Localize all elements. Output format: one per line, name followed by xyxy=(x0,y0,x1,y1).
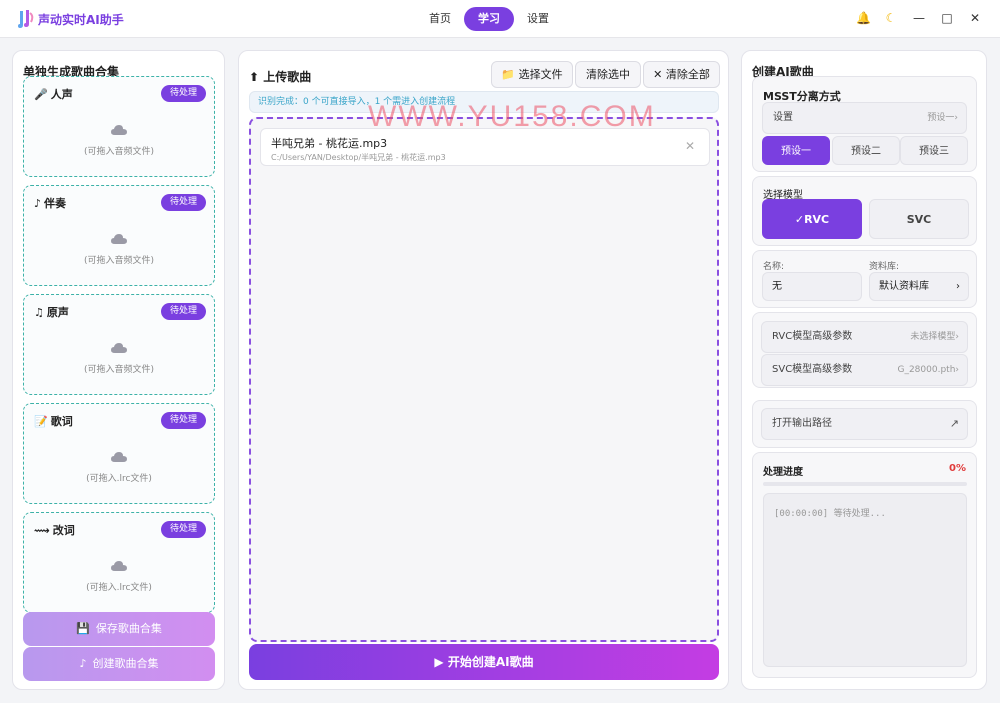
clear-all-button[interactable]: ✕ 清除全部 xyxy=(643,61,720,88)
drop-hint: (可拖入音频文件) xyxy=(83,365,155,375)
select-file-button[interactable]: 📁 选择文件 xyxy=(491,61,573,88)
app-logo-icon xyxy=(18,10,34,28)
minimize-icon[interactable]: — xyxy=(912,10,926,26)
status-badge: 待处理 xyxy=(160,412,206,429)
output-section: 打开输出路径 ↗ xyxy=(752,400,977,448)
create-collection-button[interactable]: ♪ 创建歌曲合集 xyxy=(23,647,215,681)
file-name: 半吨兄弟 - 桃花运.mp3 xyxy=(271,137,388,150)
tab-settings[interactable]: 设置 xyxy=(516,7,560,31)
list-item[interactable]: 半吨兄弟 - 桃花运.mp3 C:/Users/YAN/Desktop/半吨兄弟… xyxy=(260,128,710,166)
progress-section: 处理进度 0% [00:00:00] 等待处理... xyxy=(752,452,977,678)
status-badge: 待处理 xyxy=(160,194,206,211)
msst-settings-row[interactable]: 设置 预设一› xyxy=(762,102,967,134)
pen-icon: ⟿ xyxy=(34,524,50,537)
track-label: 伴奏 xyxy=(44,197,67,210)
progress-title: 处理进度 xyxy=(763,467,803,478)
model-section: 选择模型 ✓RVC SVC xyxy=(752,176,977,246)
drop-hint: (可拖入音频文件) xyxy=(83,147,155,157)
drop-hint: (可拖入.lrc文件) xyxy=(86,474,152,484)
bell-icon[interactable]: 🔔 xyxy=(856,10,871,26)
track-dropzone-lyrics[interactable]: 📝 歌词 待处理 (可拖入.lrc文件) xyxy=(23,403,215,504)
cloud-icon xyxy=(111,234,127,244)
title-bar: 声动实时AI助手 首页 学习 设置 🔔 ☾ — □ ✕ xyxy=(0,0,1000,38)
save-collection-button[interactable]: 💾 保存歌曲合集 xyxy=(23,612,215,646)
chevron-right-icon: › xyxy=(956,281,960,292)
music-notes-icon: ♫ xyxy=(34,306,44,319)
svc-params-row[interactable]: SVC模型高级参数 G_28000.pth› xyxy=(761,354,968,386)
progress-bar xyxy=(763,482,967,486)
name-library-section: 名称: 无 资料库: 默认资料库 › xyxy=(752,250,977,308)
memo-icon: 📝 xyxy=(34,415,48,428)
log-output: [00:00:00] 等待处理... xyxy=(763,493,967,667)
play-icon: ▶ xyxy=(434,655,444,669)
track-dropzone-vocal[interactable]: 🎤 人声 待处理 (可拖入音频文件) xyxy=(23,76,215,177)
params-section: RVC模型高级参数 未选择模型› SVC模型高级参数 G_28000.pth› xyxy=(752,312,977,388)
clear-selected-button[interactable]: 清除选中 xyxy=(575,61,641,88)
track-dropzone-accompaniment[interactable]: ♪ 伴奏 待处理 (可拖入音频文件) xyxy=(23,185,215,286)
folder-icon: 📁 xyxy=(501,68,516,81)
rvc-model-button[interactable]: ✓RVC xyxy=(762,199,862,239)
drop-hint: (可拖入音频文件) xyxy=(83,256,155,266)
music-note-icon: ♪ xyxy=(34,197,42,210)
recognition-info: 识别完成：0 个可直接导入，1 个需进入创建流程 xyxy=(249,91,719,113)
preset-3-button[interactable]: 预设三 xyxy=(900,136,968,165)
tab-learn[interactable]: 学习 xyxy=(464,7,514,31)
close-icon[interactable]: ✕ xyxy=(968,10,982,26)
upload-panel: ⬆ 上传歌曲 📁 选择文件 清除选中 ✕ 清除全部 识别完成：0 个可直接导入，… xyxy=(238,50,729,690)
create-ai-panel: 创建AI歌曲 MSST分离方式 设置 预设一› 预设一 预设二 预设三 选择模型… xyxy=(741,50,987,690)
status-badge: 待处理 xyxy=(160,85,206,102)
preset-2-button[interactable]: 预设二 xyxy=(832,136,900,165)
file-path: C:/Users/YAN/Desktop/半吨兄弟 - 桃花运.mp3 xyxy=(271,153,446,162)
song-collection-panel: 单独生成歌曲合集 🎤 人声 待处理 (可拖入音频文件) ♪ 伴奏 待处理 (可拖入音… xyxy=(12,50,225,690)
cloud-icon xyxy=(111,125,127,135)
x-icon: ✕ xyxy=(653,68,663,81)
panel-title: 上传歌曲 xyxy=(263,70,312,84)
status-badge: 待处理 xyxy=(160,521,206,538)
name-field[interactable]: 无 xyxy=(762,272,862,301)
maximize-icon[interactable]: □ xyxy=(940,10,954,26)
track-label: 歌词 xyxy=(50,415,73,428)
external-link-icon: ↗ xyxy=(949,417,959,430)
track-dropzone-rewrite[interactable]: ⟿ 改词 待处理 (可拖入.lrc文件) xyxy=(23,512,215,613)
window-controls: 🔔 ☾ — □ ✕ xyxy=(856,10,982,26)
track-label: 人声 xyxy=(50,88,73,101)
track-dropzone-original[interactable]: ♫ 原声 待处理 (可拖入音频文件) xyxy=(23,294,215,395)
drop-hint: (可拖入.lrc文件) xyxy=(86,583,152,593)
app-title: 声动实时AI助手 xyxy=(38,13,124,27)
cloud-icon xyxy=(111,561,127,571)
library-select[interactable]: 默认资料库 › xyxy=(869,272,969,301)
moon-icon[interactable]: ☾ xyxy=(884,10,898,26)
preset-hint: 预设一› xyxy=(927,113,958,123)
msst-section: MSST分离方式 设置 预设一› 预设一 预设二 预设三 xyxy=(752,76,977,172)
name-label: 名称: xyxy=(763,262,785,272)
upload-arrow-icon: ⬆ xyxy=(249,70,260,84)
remove-file-icon[interactable]: ✕ xyxy=(685,139,695,153)
cloud-icon xyxy=(111,343,127,353)
start-create-button[interactable]: ▶ 开始创建AI歌曲 xyxy=(249,644,719,680)
track-label: 改词 xyxy=(52,524,75,537)
song-dropzone[interactable]: 半吨兄弟 - 桃花运.mp3 C:/Users/YAN/Desktop/半吨兄弟… xyxy=(249,117,719,642)
svc-model-button[interactable]: SVC xyxy=(869,199,969,239)
cloud-icon xyxy=(111,452,127,462)
status-badge: 待处理 xyxy=(160,303,206,320)
library-label: 资料库: xyxy=(869,262,900,272)
main-nav: 首页 学习 设置 xyxy=(418,7,562,31)
floppy-disk-icon: 💾 xyxy=(76,622,90,635)
tab-home[interactable]: 首页 xyxy=(418,7,462,31)
track-label: 原声 xyxy=(46,306,69,319)
microphone-icon: 🎤 xyxy=(34,88,48,101)
music-icon: ♪ xyxy=(79,657,87,670)
rvc-params-row[interactable]: RVC模型高级参数 未选择模型› xyxy=(761,321,968,353)
progress-percent: 0% xyxy=(949,463,966,474)
open-output-button[interactable]: 打开输出路径 ↗ xyxy=(761,408,968,440)
preset-1-button[interactable]: 预设一 xyxy=(762,136,830,165)
